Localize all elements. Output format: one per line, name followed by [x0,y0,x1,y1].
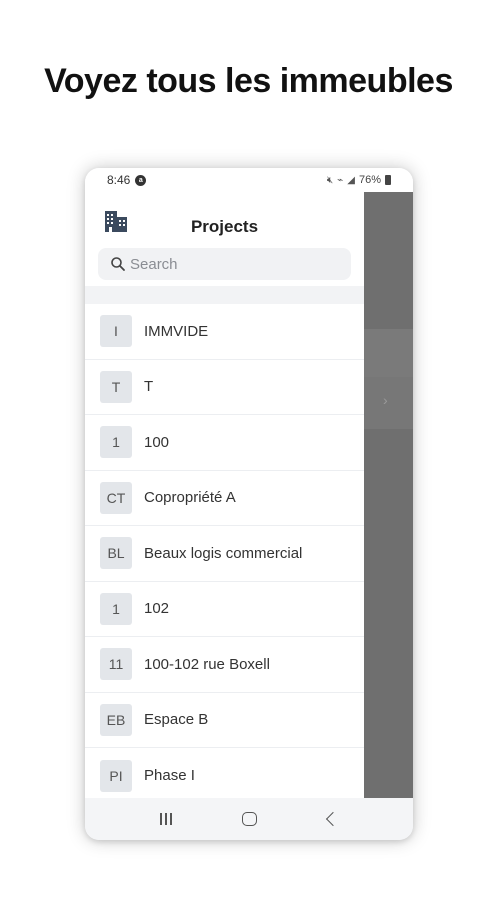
project-item[interactable]: I IMMVIDE [85,304,364,360]
project-item[interactable]: CT Copropriété A [85,471,364,526]
project-name: T [144,378,154,396]
project-item[interactable]: T T [85,360,364,415]
battery-percent: 76% [358,174,381,186]
project-name: Beaux logis commercial [144,544,303,562]
project-avatar: T [100,370,132,403]
status-time: 8:46 [107,173,131,187]
status-bar: 8:46 a 🔇︎ ⌁ ◢ 76% [85,168,413,192]
drawer-scrim[interactable]: › [364,192,413,798]
scrim-row [364,329,413,377]
scrim-row [364,377,413,429]
project-item[interactable]: EB Espace B [85,693,364,748]
project-avatar: 11 [100,648,132,681]
drawer-header: Projects Search [85,192,364,304]
home-icon[interactable] [242,812,258,826]
project-list: I IMMVIDE T T 1 100 CT Copropriété A BL … [85,304,364,804]
project-avatar: BL [100,537,132,570]
status-right: 🔇︎ ⌁ ◢ 76% [327,174,391,186]
search-input[interactable]: Search [98,248,351,280]
project-avatar: CT [100,481,132,514]
project-name: Espace B [144,711,209,729]
projects-drawer: Projects Search I IMMVIDE T T 1 100 CT C… [85,192,364,798]
project-avatar: 1 [100,592,132,625]
signal-icon: ◢ [347,174,355,186]
recents-icon[interactable] [160,813,173,825]
project-avatar: PI [100,759,132,792]
drawer-title: Projects [190,217,259,236]
project-item[interactable]: BL Beaux logis commercial [85,526,364,582]
chevron-right-icon: › [383,392,388,408]
wifi-icon: ⌁ [337,174,344,186]
phone-screenshot: 8:46 a 🔇︎ ⌁ ◢ 76% › Projects Search I IM… [85,168,413,840]
battery-icon [385,175,391,185]
search-icon [111,257,125,271]
project-name: 100-102 rue Boxell [144,655,270,673]
project-name: Copropriété A [144,489,236,507]
section-divider [85,286,364,304]
project-item[interactable]: PI Phase I [85,748,364,804]
promo-headline: Voyez tous les immeubles [44,62,453,100]
notification-icon: a [135,174,147,186]
project-item[interactable]: 11 100-102 rue Boxell [85,637,364,693]
project-name: Phase I [144,767,195,785]
project-avatar: EB [100,703,132,736]
system-nav-bar [85,798,413,840]
project-avatar: I [100,315,132,348]
back-icon[interactable] [325,811,340,827]
search-placeholder: Search [130,255,178,273]
project-name: 102 [144,600,170,618]
mute-icon: 🔇︎ [326,174,334,186]
project-avatar: 1 [100,426,132,459]
project-item[interactable]: 1 100 [85,415,364,471]
project-name: IMMVIDE [144,322,209,340]
status-left: 8:46 a [107,173,147,187]
project-name: 100 [144,433,170,451]
project-item[interactable]: 1 102 [85,582,364,637]
